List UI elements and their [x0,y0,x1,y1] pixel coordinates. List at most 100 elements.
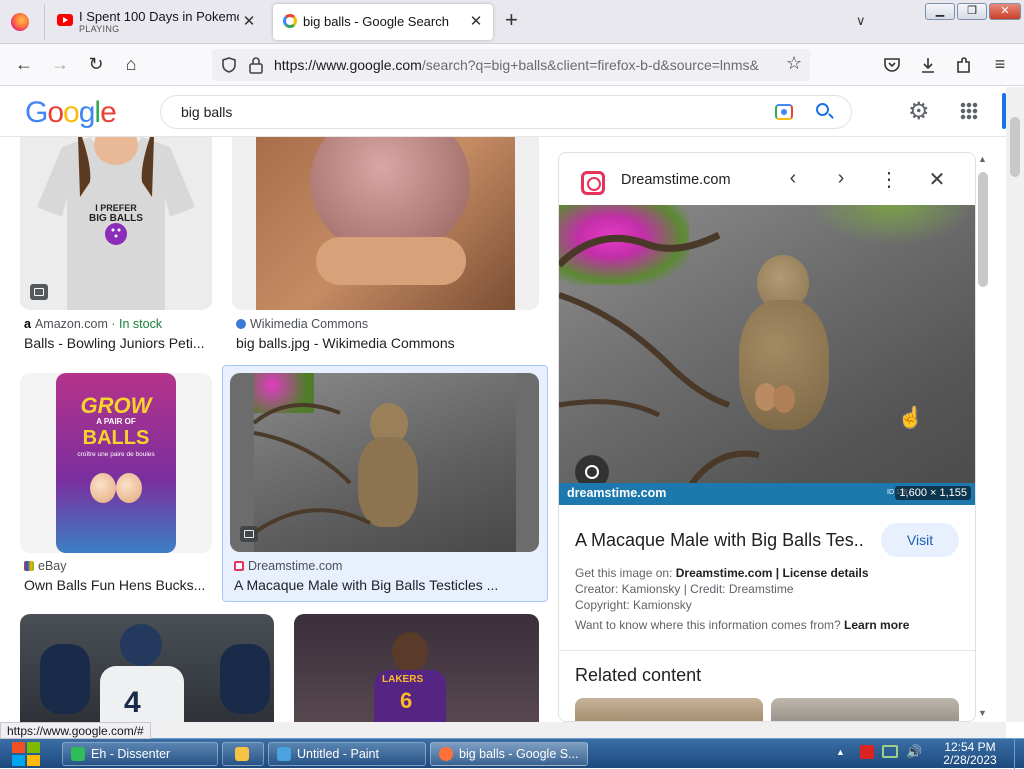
close-window-button[interactable]: ✕ [989,3,1021,20]
home-icon[interactable]: ⌂ [120,54,142,74]
google-logo-letter: e [100,96,117,129]
system-clock[interactable]: 12:54 PM 2/28/2023 [930,741,1010,767]
image-results-grid: I PREFER BIG BALLS a Amazon.com · In stoc… [0,137,555,722]
tab-title: I Spent 100 Days in Pokemon [79,9,239,24]
result-thumbnail-basketball[interactable]: LAKERS 6 [294,614,539,722]
learn-more-link[interactable]: Learn more [844,618,909,632]
back-arrow-icon[interactable]: ← [13,54,35,74]
panel-scrollbar-thumb[interactable] [978,172,988,287]
page-vertical-scrollbar[interactable] [1006,87,1024,722]
jersey-number: 4 [124,686,141,719]
google-apps-grid-icon[interactable] [960,102,978,120]
result-thumbnail-ebay[interactable]: GROW A PAIR OF BALLS croître une paire d… [20,373,212,553]
panel-main-image[interactable]: dreamstime.com ID 139... 1,600 × 1,155 [559,205,975,505]
tab-youtube[interactable]: I Spent 100 Days in Pokemon PLAYING ✕ [44,4,266,40]
result-title[interactable]: big balls.jpg - Wikimedia Commons [236,335,536,351]
search-input[interactable]: big balls [181,104,232,120]
firefox-logo-icon[interactable] [11,13,29,31]
google-logo-letter: g [78,96,96,129]
package-text: GROW [80,393,152,418]
google-logo-letter: o [47,96,64,129]
volume-icon[interactable]: 🔊 [906,744,922,760]
result-source[interactable]: eBay [24,559,67,573]
scroll-up-arrow-icon[interactable]: ▲ [978,154,987,164]
taskbar-item-explorer[interactable] [222,742,264,766]
scroll-down-arrow-icon[interactable]: ▼ [978,708,987,718]
dreamstime-logo-icon [581,171,605,195]
lock-icon[interactable] [248,56,264,74]
youtube-icon [57,14,73,26]
watermark-text: dreamstime.com [567,486,667,500]
google-lens-icon[interactable] [775,104,793,120]
tab-google-search[interactable]: big balls - Google Search ✕ [273,4,493,40]
image-preview-panel: Dreamstime.com ‹ › ⋮ ✕ dreamstime.com ID… [558,152,976,722]
account-edge[interactable] [1002,93,1006,129]
windows-logo-icon [12,742,25,753]
shield-icon[interactable] [220,56,238,74]
divider [559,650,975,651]
restore-button[interactable]: ❐ [957,3,987,20]
firefox-icon [439,747,453,761]
gear-icon[interactable]: ⚙ [908,97,930,126]
dissenter-icon [71,747,85,761]
visit-button[interactable]: Visit [881,523,959,557]
taskbar-item-firefox[interactable]: big balls - Google S... [430,742,588,766]
page-scrollbar-thumb[interactable] [1010,117,1020,177]
result-thumbnail-macaque[interactable] [230,373,539,552]
bookmark-star-icon[interactable]: ☆ [786,53,802,74]
dreamstime-icon [234,561,244,571]
extensions-puzzle-icon[interactable] [954,55,974,75]
result-title[interactable]: A Macaque Male with Big Balls Testicles … [234,577,540,593]
more-options-icon[interactable]: ⋮ [877,167,901,192]
team-text: LAKERS [382,674,424,685]
result-title[interactable]: Own Balls Fun Hens Bucks... [24,577,210,593]
show-desktop-button[interactable] [1014,739,1024,769]
hand-cursor-icon: ☝ [898,407,923,429]
minimize-button[interactable]: ▁ [925,3,955,20]
result-source[interactable]: Wikimedia Commons [236,317,368,331]
network-monitor-icon[interactable] [882,745,898,758]
search-icon[interactable] [816,103,829,116]
google-header: Google big balls ⚙ [0,87,1006,137]
next-chevron-icon[interactable]: › [829,167,853,190]
result-source[interactable]: a Amazon.com · In stock [24,317,162,331]
watermark-bar: dreamstime.com ID 139... 1,600 × 1,155 [559,483,975,505]
tab-playing-label: PLAYING [79,24,120,34]
search-box[interactable]: big balls [160,95,852,129]
info-source-line: Want to know where this information come… [575,618,910,632]
menu-hamburger-icon[interactable]: ≡ [989,54,1011,74]
reload-icon[interactable]: ↻ [85,54,107,74]
taskbar-item-paint[interactable]: Untitled - Paint [268,742,426,766]
result-thumbnail-wikimedia[interactable] [232,137,539,310]
panel-scrollbar[interactable]: ▲ ▼ [976,152,990,722]
forward-arrow-icon[interactable]: → [49,54,71,74]
google-logo[interactable]: Google [25,96,117,130]
result-thumbnail-tshirt[interactable]: I PREFER BIG BALLS [20,137,212,310]
url-bar[interactable]: https://www.google.com/search?q=big+ball… [212,49,810,81]
result-title[interactable]: Balls - Bowling Juniors Peti... [24,335,210,351]
related-thumbnail[interactable] [771,698,959,721]
previous-chevron-icon[interactable]: ‹ [781,167,805,190]
tab-close-icon[interactable]: ✕ [240,12,258,30]
download-icon[interactable] [918,55,938,75]
show-hidden-icons-arrow-icon[interactable]: ▲ [836,747,845,757]
list-all-tabs-chevron-icon[interactable]: ∨ [856,13,866,29]
new-tab-button[interactable]: + [505,9,518,31]
get-image-source-link[interactable]: Dreamstime.com [676,566,773,580]
panel-source-name[interactable]: Dreamstime.com [621,172,731,188]
tab-title: big balls - Google Search [303,14,449,29]
flag-icon[interactable] [860,745,874,759]
tab-close-icon[interactable]: ✕ [467,12,485,30]
copyright-line: Copyright: Kamionsky [575,598,692,612]
page-horizontal-scrollbar[interactable] [0,722,1006,738]
pocket-icon[interactable] [882,55,902,75]
panel-image-title[interactable]: A Macaque Male with Big Balls Tes... [575,530,865,551]
related-thumbnail[interactable] [575,698,763,721]
license-details-link[interactable]: License details [783,566,869,580]
close-icon[interactable]: ✕ [925,167,949,192]
result-thumbnail-football[interactable]: 4 [20,614,274,722]
taskbar-item-dissenter[interactable]: Eh - Dissenter [62,742,218,766]
wikimedia-icon [236,319,246,329]
result-source[interactable]: Dreamstime.com [234,559,342,573]
start-button[interactable] [8,741,46,767]
